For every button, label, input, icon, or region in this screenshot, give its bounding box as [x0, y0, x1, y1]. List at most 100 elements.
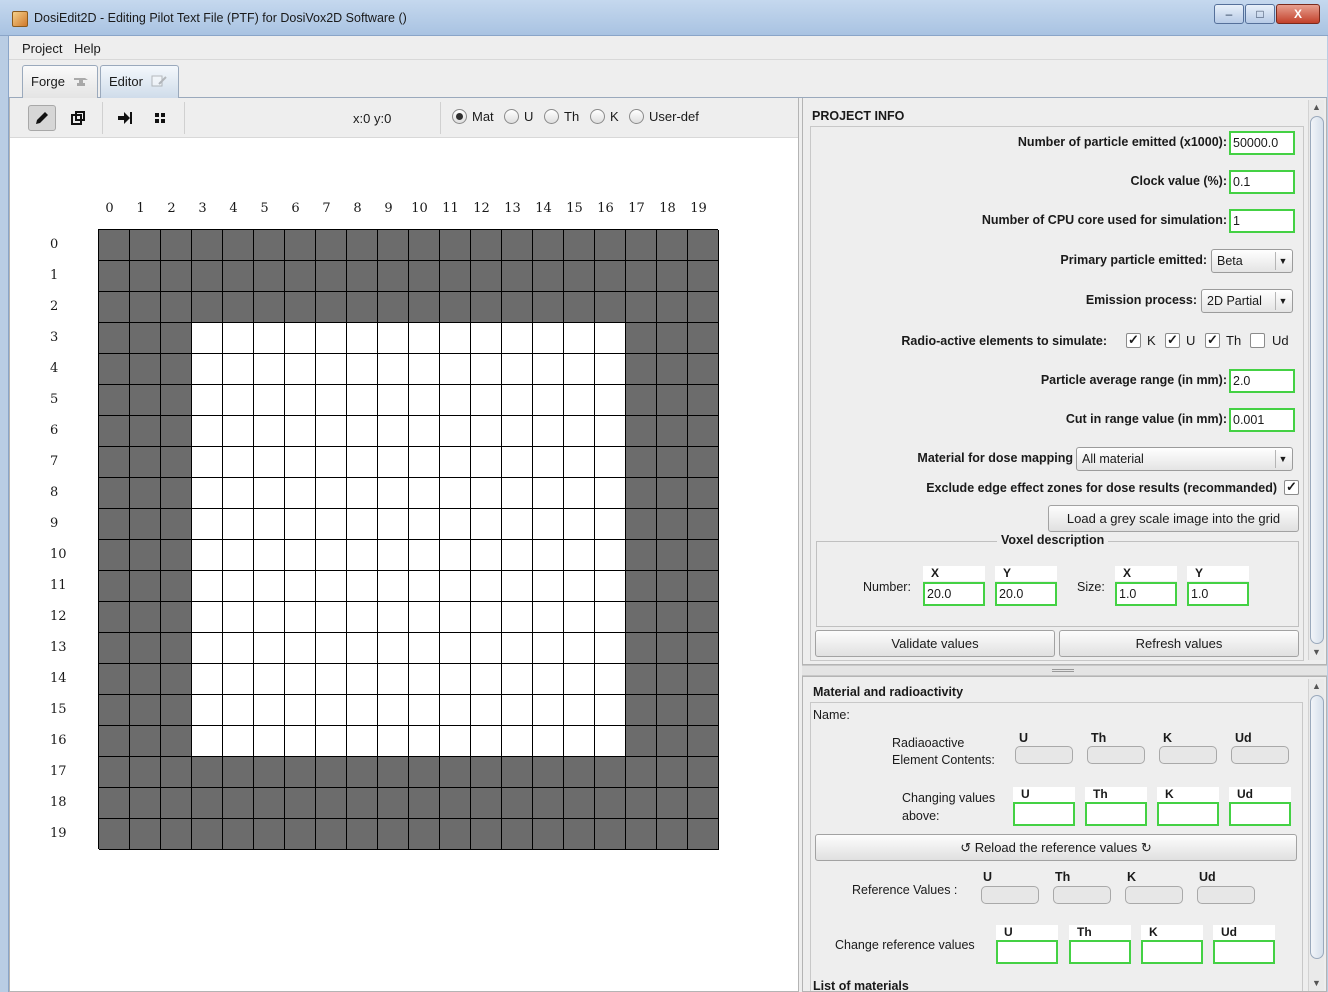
grid-cell[interactable] — [99, 633, 130, 664]
grid-cell[interactable] — [688, 385, 719, 416]
grid-cell[interactable] — [130, 509, 161, 540]
reload-reference-button[interactable]: ↺ Reload the reference values ↻ — [815, 834, 1297, 861]
grid-cell[interactable] — [378, 385, 409, 416]
maximize-button[interactable]: □ — [1245, 4, 1275, 24]
grid-cell[interactable] — [657, 540, 688, 571]
grid-cell[interactable] — [316, 447, 347, 478]
splitter-grip-icon[interactable] — [1052, 669, 1074, 672]
grid-cell[interactable] — [533, 788, 564, 819]
grid-cell[interactable] — [285, 230, 316, 261]
grid-cell[interactable] — [688, 664, 719, 695]
grid-cell[interactable] — [223, 354, 254, 385]
grid-cell[interactable] — [316, 385, 347, 416]
grid-cell[interactable] — [502, 664, 533, 695]
grid-cell[interactable] — [626, 478, 657, 509]
grid-cell[interactable] — [130, 447, 161, 478]
refresh-values-button[interactable]: Refresh values — [1059, 630, 1299, 657]
grid-cell[interactable] — [99, 261, 130, 292]
grid-cell[interactable] — [254, 757, 285, 788]
grid-cell[interactable] — [378, 447, 409, 478]
grid-cell[interactable] — [595, 323, 626, 354]
grid-cell[interactable] — [657, 726, 688, 757]
grid-cell[interactable] — [626, 819, 657, 850]
grid-cell[interactable] — [378, 819, 409, 850]
grid-cell[interactable] — [223, 540, 254, 571]
grid-cell[interactable] — [564, 788, 595, 819]
grid-cell[interactable] — [595, 230, 626, 261]
grid-cell[interactable] — [471, 261, 502, 292]
grid-cell[interactable] — [316, 602, 347, 633]
grid-cell[interactable] — [254, 819, 285, 850]
grid-cell[interactable] — [285, 416, 316, 447]
grid-cell[interactable] — [533, 385, 564, 416]
grid-cell[interactable] — [657, 385, 688, 416]
grid-cell[interactable] — [502, 540, 533, 571]
grid-cell[interactable] — [533, 261, 564, 292]
grid-cell[interactable] — [657, 819, 688, 850]
grid-cell[interactable] — [626, 230, 657, 261]
grid-cell[interactable] — [626, 292, 657, 323]
grid-cell[interactable] — [595, 788, 626, 819]
grid-cell[interactable] — [440, 323, 471, 354]
grid-cell[interactable] — [254, 540, 285, 571]
grid-cell[interactable] — [564, 509, 595, 540]
grid-cell[interactable] — [502, 416, 533, 447]
grid-cell[interactable] — [161, 385, 192, 416]
grid-cell[interactable] — [223, 633, 254, 664]
grid-cell[interactable] — [471, 416, 502, 447]
grid-cell[interactable] — [223, 664, 254, 695]
grid-cell[interactable] — [533, 819, 564, 850]
grid-cell[interactable] — [626, 633, 657, 664]
grid-cell[interactable] — [378, 602, 409, 633]
grid-cell[interactable] — [316, 478, 347, 509]
grid-cell[interactable] — [409, 261, 440, 292]
grid-cell[interactable] — [285, 788, 316, 819]
radio-th[interactable]: Th — [544, 109, 579, 124]
grid-cell[interactable] — [409, 230, 440, 261]
grid-cell[interactable] — [595, 478, 626, 509]
grid-cell[interactable] — [161, 695, 192, 726]
grid-cell[interactable] — [192, 602, 223, 633]
grid-cell[interactable] — [378, 230, 409, 261]
cpu-field[interactable]: 1 — [1229, 209, 1295, 233]
grid-cell[interactable] — [440, 664, 471, 695]
grid-cell[interactable] — [130, 478, 161, 509]
grid-cell[interactable] — [471, 292, 502, 323]
grid-cell[interactable] — [285, 478, 316, 509]
grid-cell[interactable] — [378, 757, 409, 788]
grid-cell[interactable] — [440, 447, 471, 478]
grid-cell[interactable] — [471, 447, 502, 478]
grid-cell[interactable] — [161, 540, 192, 571]
grid-cell[interactable] — [409, 292, 440, 323]
grid-cell[interactable] — [626, 416, 657, 447]
grid-cell[interactable] — [254, 571, 285, 602]
grid-cell[interactable] — [657, 788, 688, 819]
grid-cell[interactable] — [285, 323, 316, 354]
grid-cell[interactable] — [564, 695, 595, 726]
voxel-size-x-field[interactable]: 1.0 — [1115, 582, 1177, 606]
grid-cell[interactable] — [409, 602, 440, 633]
grid-cell[interactable] — [161, 292, 192, 323]
grid-cell[interactable] — [161, 447, 192, 478]
grid-cell[interactable] — [99, 571, 130, 602]
grid-cell[interactable] — [347, 788, 378, 819]
grid-cell[interactable] — [688, 726, 719, 757]
grid-cell[interactable] — [285, 354, 316, 385]
grid-cell[interactable] — [409, 571, 440, 602]
grid-cell[interactable] — [161, 788, 192, 819]
grid-cell[interactable] — [533, 695, 564, 726]
checkbox-u[interactable]: ✓ — [1165, 333, 1180, 348]
grid-cell[interactable] — [130, 292, 161, 323]
grid-cell[interactable] — [378, 571, 409, 602]
grid-cell[interactable] — [564, 385, 595, 416]
grid-cell[interactable] — [564, 354, 595, 385]
checkbox-ud[interactable] — [1250, 333, 1265, 348]
grid-cell[interactable] — [564, 261, 595, 292]
grid-cell[interactable] — [657, 571, 688, 602]
grid-cell[interactable] — [688, 540, 719, 571]
grid-cell[interactable] — [223, 261, 254, 292]
grid-cell[interactable] — [502, 819, 533, 850]
grid-cell[interactable] — [99, 819, 130, 850]
grid-cell[interactable] — [533, 323, 564, 354]
grid-cell[interactable] — [161, 757, 192, 788]
